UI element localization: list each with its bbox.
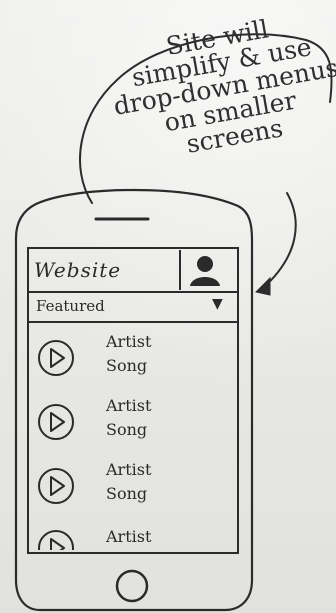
song-list: Artist Song Artist Song Artist Song Arti… [28,330,238,550]
list-item[interactable]: Artist Song [28,330,238,394]
play-icon[interactable] [36,402,76,442]
chevron-down-icon: ▼ [212,296,223,312]
play-icon[interactable] [36,338,76,378]
list-item[interactable]: Artist [28,520,238,550]
artist-label: Artist [106,460,152,479]
featured-dropdown[interactable]: Featured ▼ [28,292,238,320]
artist-label: Artist [106,396,152,415]
song-label: Song [106,420,148,439]
note-arrow [261,192,297,290]
site-title: Website [34,258,122,282]
play-icon[interactable] [36,528,76,550]
song-label: Song [106,356,148,375]
home-button-icon[interactable] [112,566,152,606]
list-item[interactable]: Artist Song [28,394,238,458]
artist-label: Artist [106,332,152,351]
song-label: Song [106,484,148,503]
play-icon[interactable] [36,466,76,506]
dropdown-selected-label: Featured [36,297,105,315]
artist-label: Artist [106,527,152,546]
phone-screen: Website Featured ▼ Artist Song Artist So… [28,248,238,553]
list-item[interactable]: Artist Song [28,458,238,522]
person-icon[interactable] [180,252,230,286]
note-arrowhead [254,276,271,296]
